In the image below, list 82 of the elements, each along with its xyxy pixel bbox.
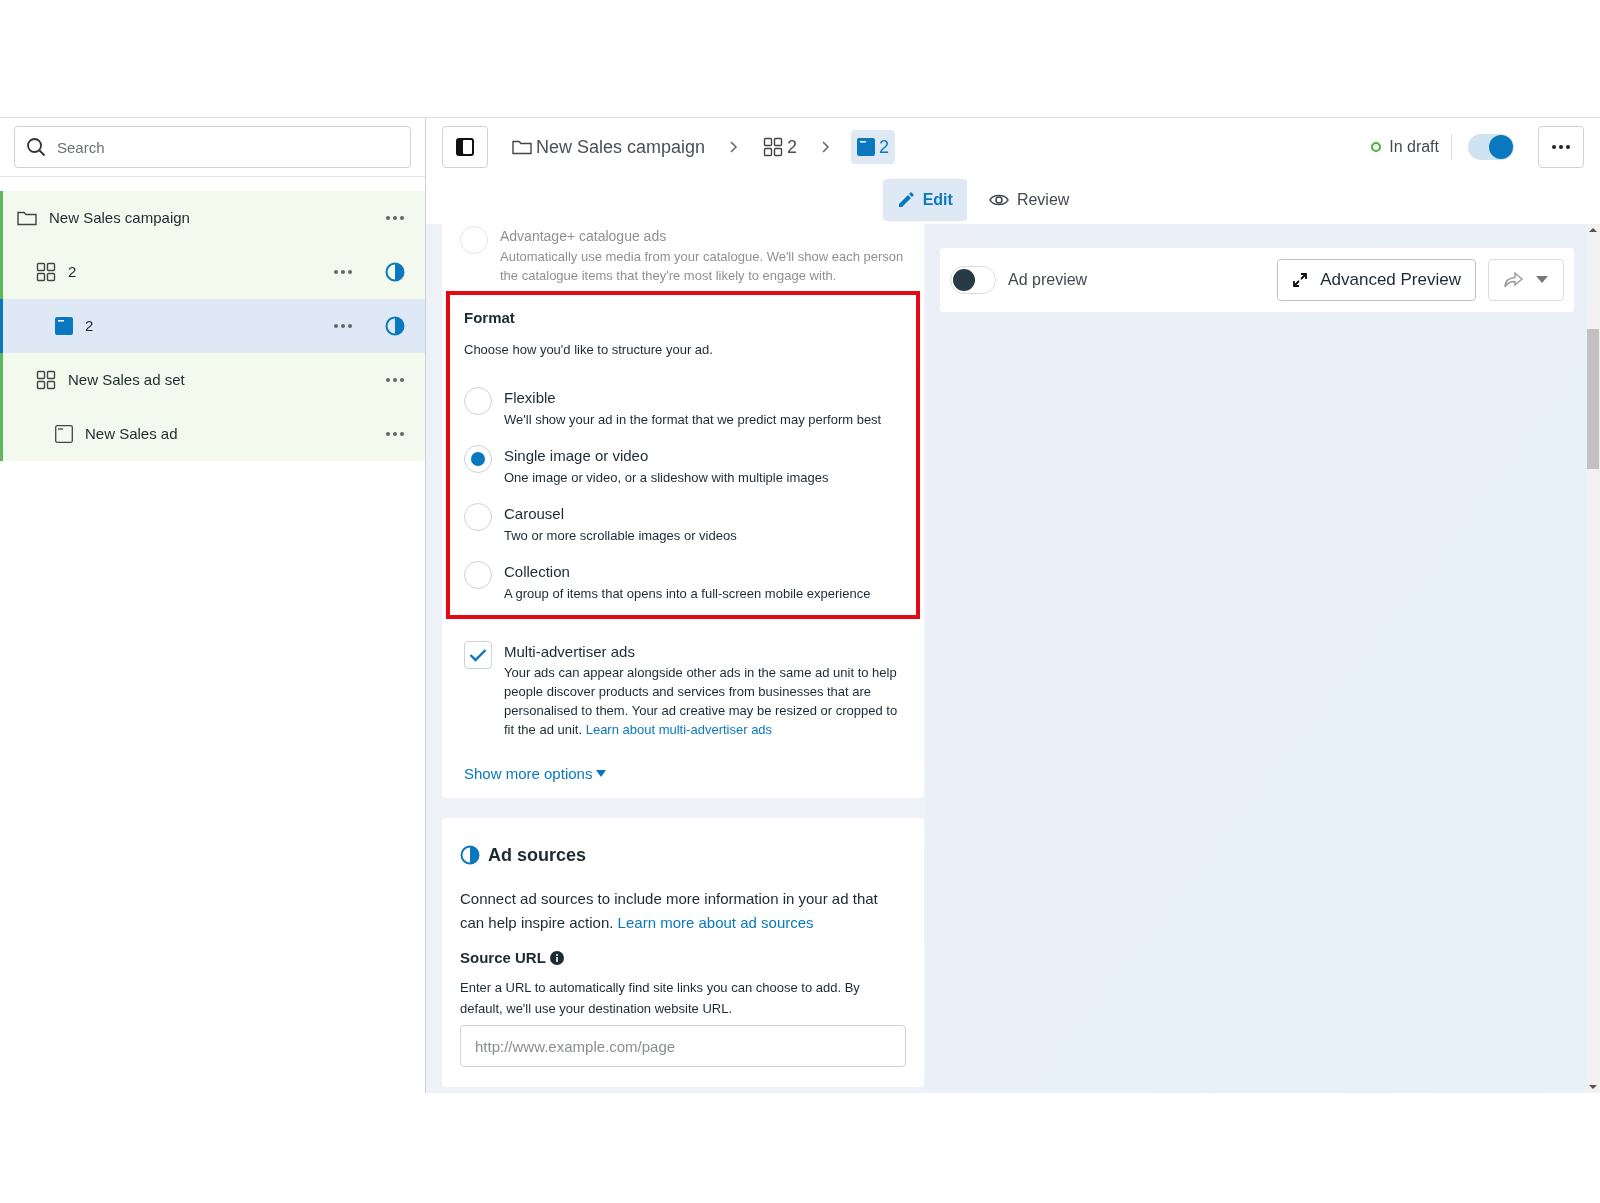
folder-icon — [17, 210, 37, 226]
expand-icon — [1292, 272, 1309, 288]
option-description: Your ads can appear alongside other ads in the same ad unit to help people discover products and services from businesses that are personalised to them. Your ad creative may be resized or cropped to fit the ad unit. Learn about multi-advertiser ads — [504, 664, 898, 739]
toggle-switch[interactable] — [1468, 134, 1514, 160]
more-icon — [385, 215, 405, 221]
breadcrumb-link[interactable]: 2 — [759, 130, 802, 164]
option-label: Single image or video — [504, 446, 650, 466]
search-field[interactable]: Search — [14, 126, 411, 168]
field-label: Source URL — [460, 947, 546, 968]
panel-toggle-button[interactable] — [442, 126, 488, 168]
tree-item[interactable]: 2 — [0, 299, 425, 353]
radio-button[interactable] — [460, 226, 488, 254]
chevron-right-icon — [821, 140, 832, 154]
more-icon — [333, 269, 353, 275]
share-arrow-icon — [1504, 271, 1524, 289]
tree-item[interactable]: New Sales campaign — [0, 191, 425, 245]
half-circle-icon — [460, 845, 480, 865]
option-description: Two or more scrollable images or videos — [504, 527, 737, 545]
more-icon — [333, 323, 353, 329]
mode-tab[interactable]: Review — [974, 179, 1084, 221]
tree-item[interactable]: New Sales ad — [0, 407, 425, 461]
option-description: A group of items that opens into a full-screen mobile experience — [504, 585, 871, 603]
tree-item[interactable]: New Sales ad set — [0, 353, 425, 407]
option-description: We'll show your ad in the format that we predict may perform best — [504, 411, 882, 429]
ad-square-icon — [55, 317, 73, 335]
section-title: Ad sources — [488, 843, 587, 867]
option-description: Automatically use media from your catalogue. We'll show each person the catalogue items that they're most likely to engage with. — [500, 248, 905, 285]
advanced-preview-button[interactable]: Advanced Preview — [1277, 259, 1476, 301]
search-icon — [26, 137, 46, 157]
option-label: Advantage+ catalogue ads — [500, 227, 668, 246]
tree-item-label: New Sales campaign — [49, 207, 191, 228]
toggle-switch[interactable] — [950, 266, 996, 294]
section-title: Format — [464, 308, 516, 328]
toggle-label: Ad preview — [1008, 270, 1089, 290]
tree-item-label: New Sales ad — [85, 423, 179, 444]
option-label: Flexible — [504, 388, 557, 408]
radio-button[interactable] — [464, 445, 492, 473]
breadcrumb-link[interactable]: 2 — [851, 130, 896, 164]
help-link[interactable]: Learn about multi-advertiser ads — [585, 722, 773, 737]
panel-icon — [455, 137, 475, 157]
radio-button[interactable] — [464, 503, 492, 531]
caret-icon — [1536, 276, 1548, 284]
half-circle-icon — [385, 316, 405, 336]
show-more-link[interactable]: Show more options — [464, 763, 607, 786]
checkbox[interactable] — [464, 641, 492, 669]
tree-item-label: 2 — [68, 261, 78, 282]
ad-square-icon — [55, 425, 73, 443]
radio-button[interactable] — [464, 561, 492, 589]
share-button[interactable] — [1488, 259, 1564, 301]
scrollbar[interactable] — [1586, 224, 1600, 1093]
checkmark-icon — [469, 648, 487, 662]
mode-tab[interactable]: Edit — [882, 179, 967, 221]
option-label: Multi-advertiser ads — [504, 642, 636, 662]
option-label: Collection — [504, 562, 571, 582]
tree-item-label: New Sales ad set — [68, 369, 186, 390]
breadcrumb-link[interactable]: New Sales campaign — [508, 130, 710, 164]
field-help: Enter a URL to automatically find site links you can choose to add. By default, we'll use your destination website URL. — [460, 979, 861, 1018]
more-icon — [1551, 144, 1571, 150]
radio-button[interactable] — [464, 387, 492, 415]
info-icon — [549, 950, 564, 965]
section-subtitle: Choose how you'd like to structure your ad. — [464, 340, 714, 359]
option-label: Carousel — [504, 504, 566, 524]
more-button[interactable] — [1538, 126, 1584, 168]
eye-icon — [988, 193, 1009, 207]
tree-item-label: 2 — [85, 315, 95, 336]
section-description: Connect ad sources to include more information in your ad that can help inspire action. Learn more about ad sources — [460, 888, 879, 933]
more-icon — [385, 377, 405, 383]
tree-item[interactable]: 2 — [0, 245, 425, 299]
chevron-right-icon — [729, 140, 740, 154]
grid-icon — [36, 370, 56, 390]
caret-icon — [596, 770, 607, 779]
grid-icon — [36, 262, 56, 282]
help-link[interactable]: Learn more about ad sources — [617, 913, 814, 931]
folder-icon — [512, 139, 532, 155]
pencil-icon — [896, 191, 915, 209]
more-icon — [385, 431, 405, 437]
status-label: In draft — [1389, 137, 1439, 157]
ad-square-icon — [857, 138, 876, 156]
url-field[interactable]: http://www.example.com/page — [460, 1025, 906, 1067]
option-description: One image or video, or a slideshow with multiple images — [504, 469, 829, 487]
grid-icon — [763, 137, 784, 157]
half-circle-icon — [385, 262, 405, 282]
